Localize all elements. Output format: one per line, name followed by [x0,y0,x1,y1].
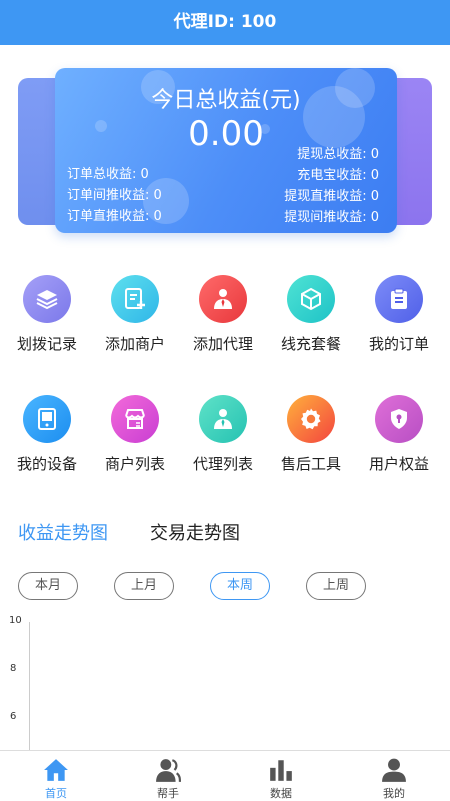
menu-line-charge-package[interactable]: 线充套餐 [267,275,355,354]
bar-chart-icon [270,760,292,781]
agent-list-icon [199,395,247,443]
menu-label: 划拨记录 [16,335,77,353]
user-icon [382,758,406,782]
earnings-title: 今日总收益(元) [151,88,301,113]
nav-label: 数据 [270,787,292,800]
gear-icon [287,395,335,443]
home-icon [44,759,68,781]
earnings-card: 今日总收益(元) 0.00 订单总收益: 0 订单间推收益: 0 订单直推收益:… [55,68,397,233]
agent-icon [199,275,247,323]
menu-label: 代理列表 [192,455,253,473]
menu-label: 用户权益 [368,455,429,473]
order-indirect-income: 订单间推收益: 0 [67,188,162,203]
y-tick-label: 8 [10,663,17,674]
nav-label: 我的 [383,787,405,800]
shield-icon [375,395,423,443]
filter-last-week[interactable]: 上周 [306,572,366,600]
nav-helper[interactable]: 帮手 [112,751,224,801]
nav-data[interactable]: 数据 [225,751,337,801]
order-stats: 订单总收益: 0 订单间推收益: 0 订单直推收益: 0 [67,164,162,227]
page-header: 代理ID: 100 [0,0,450,45]
y-tick-label: 10 [9,615,22,626]
menu-add-agent[interactable]: 添加代理 [179,275,267,354]
filter-this-week[interactable]: 本周 [210,572,270,600]
menu-my-devices[interactable]: 我的设备 [3,395,91,474]
menu-transfer-records[interactable]: 划拨记录 [3,275,91,354]
nav-label: 首页 [45,787,67,800]
filter-last-month[interactable]: 上月 [114,572,174,600]
menu-user-rights[interactable]: 用户权益 [355,395,443,474]
menu-label: 我的设备 [16,455,77,473]
shop-icon [111,395,159,443]
withdraw-indirect-income: 提现间推收益: 0 [284,210,379,225]
layers-icon [23,275,71,323]
withdraw-direct-income: 提现直推收益: 0 [284,189,379,204]
clipboard-icon [375,275,423,323]
nav-home[interactable]: 首页 [0,751,112,801]
powerbank-income: 充电宝收益: 0 [297,168,379,183]
tab-transaction-trend[interactable]: 交易走势图 [150,519,240,545]
tab-income-trend[interactable]: 收益走势图 [18,519,108,545]
package-box-icon [287,275,335,323]
menu-label: 我的订单 [368,335,429,353]
menu-label: 售后工具 [280,455,341,473]
y-tick-label: 6 [10,711,17,722]
menu-label: 商户列表 [104,455,165,473]
order-total-income: 订单总收益: 0 [67,167,149,182]
menu-label: 添加代理 [192,335,253,353]
nav-mine[interactable]: 我的 [338,751,450,801]
menu-add-merchant[interactable]: 添加商户 [91,275,179,354]
order-direct-income: 订单直推收益: 0 [67,209,162,224]
menu-after-sales-tools[interactable]: 售后工具 [267,395,355,474]
menu-my-orders[interactable]: 我的订单 [355,275,443,354]
nav-label: 帮手 [157,787,179,800]
filter-this-month[interactable]: 本月 [18,572,78,600]
menu-label: 添加商户 [104,335,165,353]
helper-icon [156,759,181,782]
agent-id-title: 代理ID: 100 [173,12,277,32]
menu-label: 线充套餐 [280,335,341,353]
device-icon [23,395,71,443]
menu-agent-list[interactable]: 代理列表 [179,395,267,474]
bottom-nav: 首页 帮手 数据 我的 [0,750,450,800]
add-document-icon [111,275,159,323]
menu-merchant-list[interactable]: 商户列表 [91,395,179,474]
withdraw-stats: 提现总收益: 0 充电宝收益: 0 提现直推收益: 0 提现间推收益: 0 [284,144,379,228]
chart-y-axis [29,622,30,752]
withdraw-total-income: 提现总收益: 0 [297,147,379,162]
